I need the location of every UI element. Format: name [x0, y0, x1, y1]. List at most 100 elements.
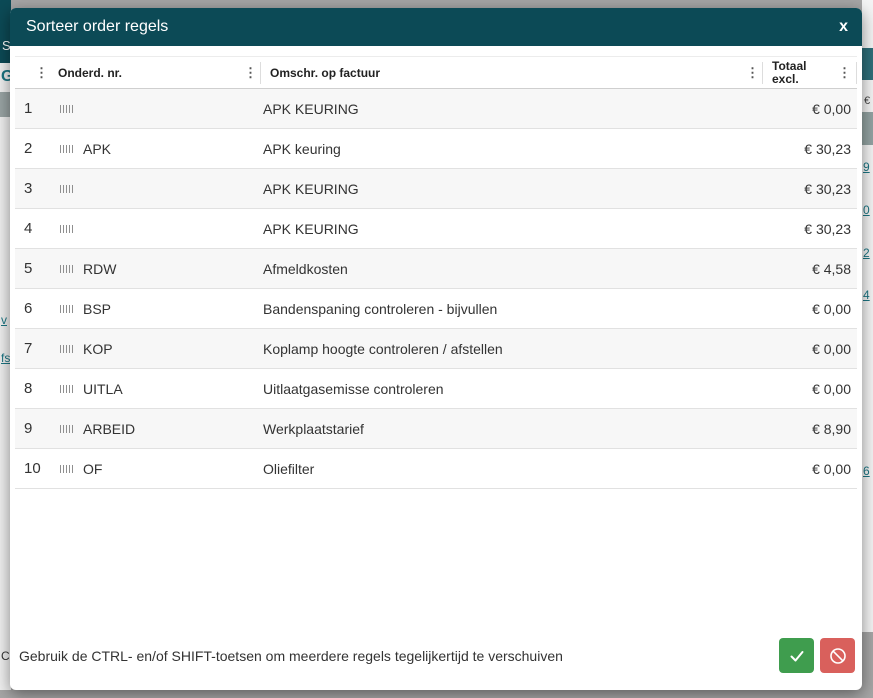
row-number: 2 [15, 140, 53, 157]
row-number: 3 [15, 180, 53, 197]
column-label: Omschr. op factuur [270, 66, 380, 80]
dialog-title: Sorteer order regels [26, 18, 168, 36]
cancel-button[interactable] [820, 638, 855, 673]
total-excl-cell: € 30,23 [747, 141, 857, 157]
column-divider [260, 62, 261, 84]
total-excl-cell: € 8,90 [747, 421, 857, 437]
row-number: 6 [15, 300, 53, 317]
background-link-fragment: fs [1, 351, 10, 365]
background-amount-fragment: 6 [863, 464, 870, 478]
dialog-header: Sorteer order regels x [10, 8, 862, 46]
order-line-row[interactable]: 8 UITLA Uitlaatgasemisse controleren € 0… [15, 369, 857, 409]
close-icon[interactable]: x [839, 19, 848, 35]
part-number-cell: APK [83, 141, 263, 157]
column-header-invoice-description: ⋮ Omschr. op factuur [244, 57, 746, 88]
multi-select-hint: Gebruik de CTRL- en/of SHIFT-toetsen om … [19, 648, 563, 664]
grip-icon [60, 345, 73, 353]
invoice-description-cell: APK KEURING [263, 181, 747, 197]
invoice-description-cell: APK KEURING [263, 221, 747, 237]
total-excl-cell: € 4,58 [747, 261, 857, 277]
invoice-description-cell: Uitlaatgasemisse controleren [263, 381, 747, 397]
part-number-cell: BSP [83, 301, 263, 317]
invoice-description-cell: APK keuring [263, 141, 747, 157]
order-line-row[interactable]: 2 APK APK keuring € 30,23 [15, 129, 857, 169]
background-link-fragment: v [1, 313, 7, 327]
row-number: 9 [15, 420, 53, 437]
invoice-description-cell: Afmeldkosten [263, 261, 747, 277]
total-excl-cell: € 0,00 [747, 301, 857, 317]
invoice-description-cell: Koplamp hoogte controleren / afstellen [263, 341, 747, 357]
invoice-description-cell: Oliefilter [263, 461, 747, 477]
row-number: 7 [15, 340, 53, 357]
order-line-row[interactable]: 6 BSP Bandenspaning controleren - bijvul… [15, 289, 857, 329]
drag-handle[interactable] [53, 225, 83, 233]
invoice-description-cell: APK KEURING [263, 101, 747, 117]
order-line-row[interactable]: 9 ARBEID Werkplaatstarief € 8,90 [15, 409, 857, 449]
drag-handle[interactable] [53, 425, 83, 433]
part-number-cell: OF [83, 461, 263, 477]
sort-order-lines-dialog: Sorteer order regels x ⋮ Onderd. nr. ⋮ O… [10, 8, 862, 690]
total-excl-cell: € 0,00 [747, 381, 857, 397]
confirm-button[interactable] [779, 638, 814, 673]
grip-icon [60, 265, 73, 273]
block-icon [827, 645, 849, 667]
background-amount-fragment: 2 [863, 246, 870, 260]
order-line-row[interactable]: 7 KOP Koplamp hoogte controleren / afste… [15, 329, 857, 369]
grip-icon [60, 185, 73, 193]
drag-handle[interactable] [53, 145, 83, 153]
order-line-row[interactable]: 4 APK KEURING € 30,23 [15, 209, 857, 249]
row-number: 8 [15, 380, 53, 397]
column-label: Onderd. nr. [58, 66, 122, 80]
total-excl-cell: € 0,00 [747, 101, 857, 117]
drag-handle[interactable] [53, 265, 83, 273]
part-number-cell: ARBEID [83, 421, 263, 437]
background-euro-fragment: € [864, 95, 870, 107]
drag-handle[interactable] [53, 185, 83, 193]
drag-handle[interactable] [53, 465, 83, 473]
dialog-footer: Gebruik de CTRL- en/of SHIFT-toetsen om … [10, 638, 862, 690]
column-divider [762, 62, 763, 84]
row-number: 10 [15, 460, 53, 477]
order-line-row[interactable]: 10 OF Oliefilter € 0,00 [15, 449, 857, 489]
total-excl-cell: € 30,23 [747, 221, 857, 237]
total-excl-cell: € 30,23 [747, 181, 857, 197]
part-number-cell: UITLA [83, 381, 263, 397]
column-menu-icon[interactable]: ⋮ [838, 66, 848, 79]
table-header-row: ⋮ Onderd. nr. ⋮ Omschr. op factuur ⋮ Tot… [15, 56, 857, 89]
order-line-row[interactable]: 1 APK KEURING € 0,00 [15, 89, 857, 129]
grip-icon [60, 465, 73, 473]
dialog-body: ⋮ Onderd. nr. ⋮ Omschr. op factuur ⋮ Tot… [10, 46, 862, 638]
background-amount-fragment: 9 [863, 160, 870, 174]
background-amount-fragment: 4 [863, 288, 870, 302]
drag-handle[interactable] [53, 105, 83, 113]
column-header-part-number: ⋮ Onderd. nr. [15, 57, 244, 88]
check-icon [787, 646, 807, 666]
total-excl-cell: € 0,00 [747, 461, 857, 477]
grip-icon [60, 225, 73, 233]
background-text-fragment: C [1, 649, 10, 663]
drag-handle[interactable] [53, 385, 83, 393]
background-amount-fragment: 0 [863, 203, 870, 217]
column-header-end: ⋮ [827, 57, 857, 88]
grip-icon [60, 425, 73, 433]
column-label: Totaal excl. [772, 60, 818, 86]
order-line-row[interactable]: 5 RDW Afmeldkosten € 4,58 [15, 249, 857, 289]
column-menu-icon[interactable]: ⋮ [35, 66, 45, 79]
grip-icon [60, 145, 73, 153]
drag-handle[interactable] [53, 345, 83, 353]
invoice-description-cell: Bandenspaning controleren - bijvullen [263, 301, 747, 317]
drag-handle[interactable] [53, 305, 83, 313]
column-menu-icon[interactable]: ⋮ [746, 66, 756, 79]
part-number-cell: RDW [83, 261, 263, 277]
background-table-header-fragment [862, 112, 873, 145]
row-number: 4 [15, 220, 53, 237]
column-menu-icon[interactable]: ⋮ [244, 66, 254, 79]
order-lines-table: 1 APK KEURING € 0,00 2 APK APK keuring €… [15, 89, 857, 489]
part-number-cell: KOP [83, 341, 263, 357]
order-line-row[interactable]: 3 APK KEURING € 30,23 [15, 169, 857, 209]
column-header-total-excl: ⋮ Totaal excl. [746, 57, 827, 88]
background-panel-fragment [862, 48, 873, 80]
invoice-description-cell: Werkplaatstarief [263, 421, 747, 437]
grip-icon [60, 305, 73, 313]
background-right-strip: € 9 0 2 4 6 [862, 0, 873, 632]
